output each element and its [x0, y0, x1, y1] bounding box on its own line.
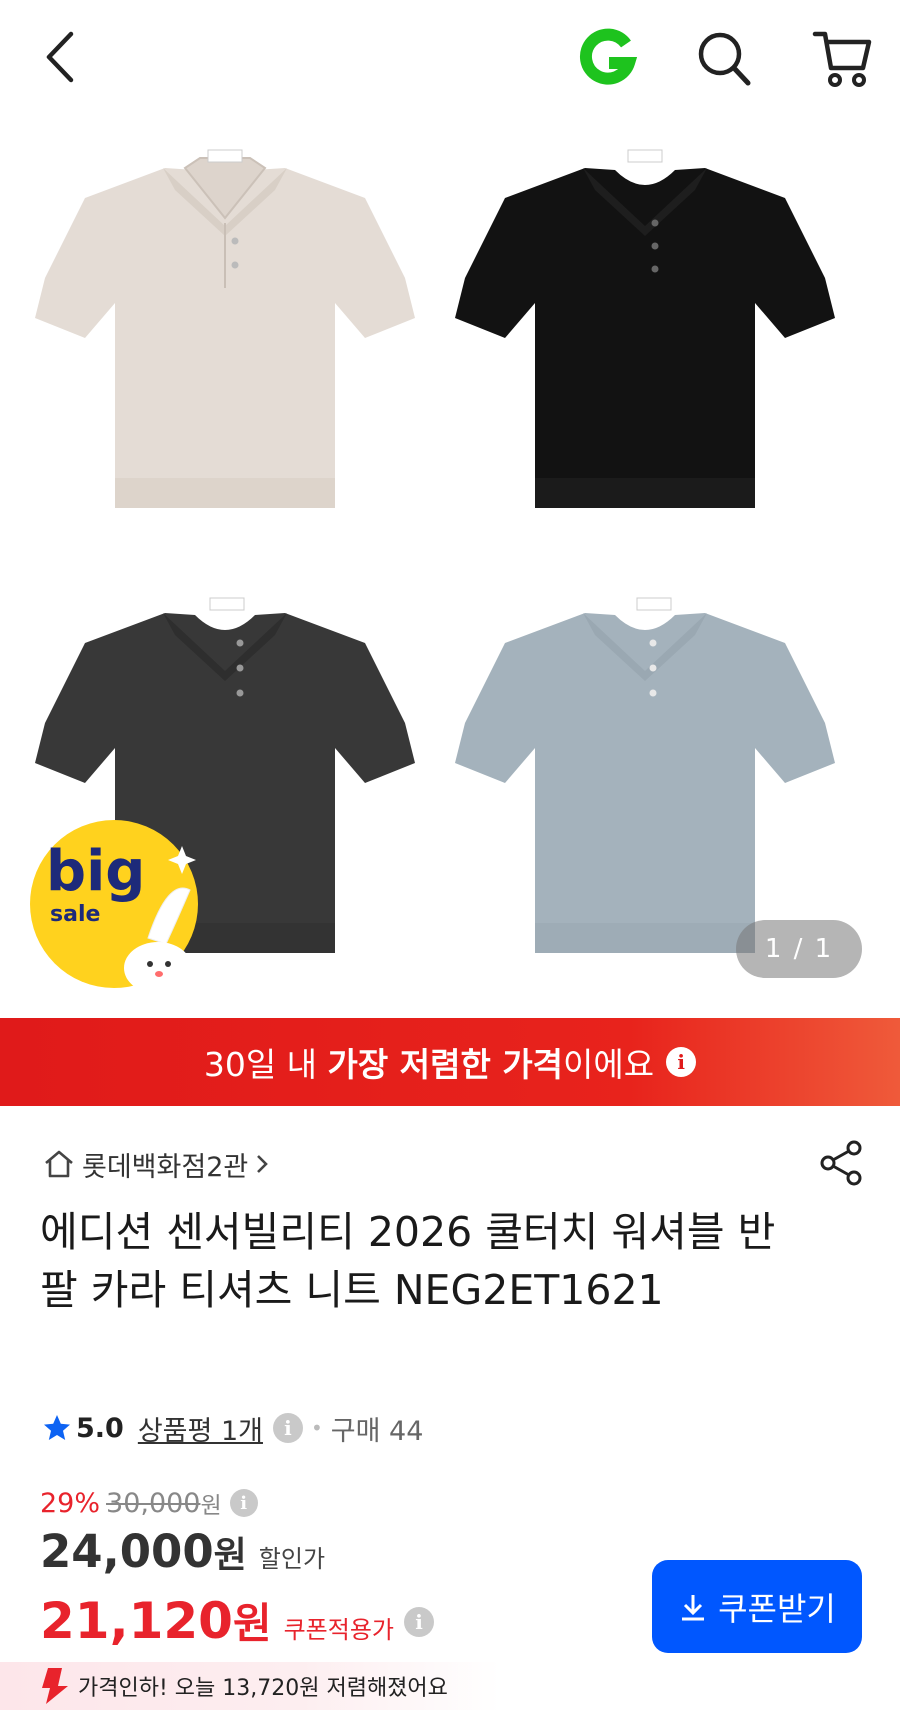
price-drop-notice: 가격인하! 오늘 13,720원 저렴해졌어요 [0, 1662, 500, 1710]
badge-sale-text: sale [50, 902, 101, 927]
home-icon [45, 1150, 73, 1178]
original-price: 30,000 [106, 1487, 201, 1519]
dot-separator: • [310, 1416, 323, 1440]
coupon-price-unit: 원 [232, 1599, 272, 1648]
coupon-price-label: 쿠폰적용가 [283, 1616, 394, 1644]
big-sale-badge: big sale [28, 818, 203, 994]
banner-text-bold: 가장 저렴한 가격 [327, 1045, 564, 1084]
sale-price-row: 24,000 원 할인가 [40, 1525, 325, 1585]
coupon-price-row: 21,120 원 쿠폰적용가 i [40, 1590, 434, 1654]
info-icon[interactable]: i [666, 1047, 697, 1077]
sale-price-unit: 원 [213, 1535, 247, 1576]
search-icon [698, 32, 751, 86]
rating-row: 5.0 상품평 1개 i • 구매 44 [42, 1408, 423, 1448]
gmarket-logo-button[interactable] [572, 24, 642, 94]
coupon-price: 21,120 [40, 1592, 233, 1650]
download-icon [682, 1594, 705, 1620]
lowest-price-banner: 30일 내 가장 저렴한 가격 이에요 i [0, 1018, 900, 1106]
coupon-download-button[interactable]: 쿠폰받기 [652, 1560, 862, 1653]
gmarket-g-logo [580, 28, 638, 85]
cart-icon [812, 31, 872, 87]
chevron-left-icon [46, 31, 74, 83]
share-button[interactable] [818, 1138, 866, 1188]
original-price-unit: 원 [200, 1493, 222, 1519]
star-icon [44, 1415, 70, 1440]
store-link[interactable]: 롯데백화점2관 [42, 1146, 272, 1183]
price-drop-text: 가격인하! 오늘 13,720원 저렴해졌어요 [78, 1676, 448, 1701]
banner-text-pre: 30일 내 [203, 1045, 328, 1084]
share-icon [820, 1140, 862, 1186]
search-button[interactable] [692, 24, 758, 94]
sale-price: 24,000 [40, 1525, 214, 1578]
coupon-button-label: 쿠폰받기 [718, 1590, 836, 1627]
reviews-info-icon[interactable]: i [272, 1413, 303, 1443]
discount-rate: 29% [40, 1487, 101, 1519]
purchase-count: 구매 44 [330, 1415, 424, 1447]
banner-text-post: 이에요 [563, 1045, 655, 1084]
chevron-right-icon [257, 1155, 269, 1173]
discount-row: 29% 30,000 원 i [40, 1485, 258, 1521]
store-name: 롯데백화점2관 [82, 1151, 249, 1183]
price-down-arrow-icon [42, 1668, 68, 1704]
badge-big-text: big [46, 839, 146, 904]
product-title: 에디션 센서빌리티 2026 쿨터치 워셔블 반팔 카라 티셔츠 니트 NEG2… [40, 1208, 776, 1314]
sale-price-label: 할인가 [258, 1545, 326, 1573]
back-button[interactable] [30, 24, 90, 90]
reviews-link[interactable]: 상품평 1개 [138, 1409, 263, 1448]
coupon-info-icon[interactable]: i [404, 1607, 434, 1637]
image-counter: 1 / 1 [736, 920, 862, 978]
cart-button[interactable] [806, 24, 880, 94]
rating-score: 5.0 [76, 1412, 124, 1444]
top-bar [0, 0, 900, 118]
price-info-icon[interactable]: i [229, 1489, 258, 1517]
product-image-gallery[interactable]: big sale [0, 118, 900, 1018]
